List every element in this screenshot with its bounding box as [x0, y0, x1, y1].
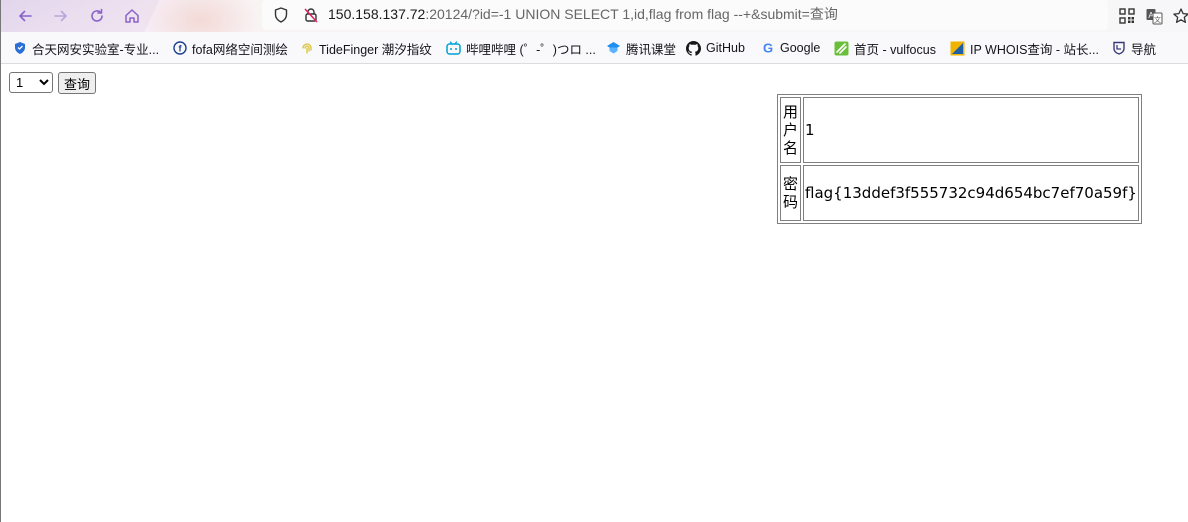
result-table: 用户名 1 密码 flag{13ddef3f555732c94d654bc7ef… — [777, 94, 1142, 224]
address-bar[interactable]: 150.158.137.72:20124/?id=-1 UNION SELECT… — [262, 0, 1108, 30]
chinaz-icon — [950, 41, 965, 56]
bookmark-ip-whois[interactable]: IP WHOIS查询 - 站长... — [950, 39, 1099, 57]
bookmark-fofa[interactable]: f fofa网络空间测绘 — [172, 39, 288, 57]
back-button[interactable] — [14, 5, 36, 27]
svg-text:f: f — [178, 44, 182, 54]
bilibili-icon — [446, 41, 461, 56]
reload-button[interactable] — [86, 5, 108, 27]
bookmark-google[interactable]: G Google — [760, 39, 820, 57]
forward-icon — [54, 10, 67, 22]
bookmark-label: fofa网络空间测绘 — [192, 42, 288, 57]
bookmark-hetian[interactable]: 合天网安实验室-专业... — [12, 39, 159, 57]
home-button[interactable] — [121, 5, 143, 27]
bookmark-label: 腾讯课堂 — [626, 42, 677, 57]
url-path: :20124/?id=-1 UNION SELECT 1,id,flag fro… — [425, 6, 838, 22]
bookmark-star-button[interactable] — [1170, 5, 1188, 27]
bookmark-github[interactable]: GitHub — [686, 39, 745, 57]
password-label-text: 密码 — [782, 175, 798, 211]
translate-button[interactable]: A文 — [1143, 5, 1165, 27]
nav-shield-icon — [1111, 41, 1126, 56]
window-edge — [0, 0, 1, 522]
bookmark-label: 哔哩哔哩 (゜-゜)つロ ... — [466, 42, 596, 57]
bookmark-tidefinger[interactable]: TideFinger 潮汐指纹 — [299, 39, 432, 57]
google-icon: G — [760, 41, 775, 56]
forward-button[interactable] — [50, 5, 72, 27]
bookmark-vulfocus[interactable]: 首页 - vulfocus — [834, 39, 936, 57]
username-label-text: 用户名 — [782, 103, 798, 157]
broken-lock-icon[interactable] — [302, 6, 320, 28]
shield-icon[interactable] — [272, 6, 290, 28]
hetian-shield-icon — [12, 41, 27, 56]
svg-text:文: 文 — [1154, 15, 1161, 24]
reload-icon — [91, 8, 103, 22]
query-button[interactable]: 查询 — [58, 72, 96, 94]
page-content: 1 查询 用户名 1 密码 flag{13ddef3f555732c94d654… — [0, 64, 1188, 522]
url-host: 150.158.137.72 — [328, 6, 426, 22]
username-label: 用户名 — [780, 97, 801, 163]
bookmark-label: TideFinger 潮汐指纹 — [319, 42, 432, 57]
fingerprint-icon — [299, 41, 314, 56]
password-value: flag{13ddef3f555732c94d654bc7ef70a59f} — [803, 165, 1139, 221]
toolbar-theme-decoration-2 — [140, 0, 260, 32]
bookmark-label: 合天网安实验室-专业... — [32, 42, 160, 57]
bookmark-label: 首页 - vulfocus — [854, 42, 936, 57]
url-text[interactable]: 150.158.137.72:20124/?id=-1 UNION SELECT… — [328, 5, 838, 23]
tencent-class-icon — [606, 41, 621, 56]
translate-icon: A文 — [1146, 9, 1163, 25]
fofa-icon: f — [172, 41, 187, 56]
bookmark-label: IP WHOIS查询 - 站长... — [970, 42, 1099, 57]
bookmark-label: GitHub — [706, 41, 745, 55]
bookmark-bilibili[interactable]: 哔哩哔哩 (゜-゜)つロ ... — [446, 39, 596, 57]
table-row: 用户名 1 — [780, 97, 1139, 163]
svg-text:G: G — [762, 41, 772, 55]
id-select[interactable]: 1 — [9, 72, 53, 93]
browser-toolbar: 150.158.137.72:20124/?id=-1 UNION SELECT… — [0, 0, 1188, 32]
table-row: 密码 flag{13ddef3f555732c94d654bc7ef70a59f… — [780, 165, 1139, 221]
bookmark-label: Google — [780, 41, 821, 55]
bookmark-label: 导航 — [1131, 42, 1157, 57]
star-icon — [1173, 8, 1188, 23]
home-icon — [125, 9, 139, 23]
password-label: 密码 — [780, 165, 801, 221]
qr-code-button[interactable] — [1116, 5, 1138, 27]
bookmarks-bar: 合天网安实验室-专业... f fofa网络空间测绘 TideFinger 潮汐… — [0, 32, 1188, 64]
username-value: 1 — [803, 97, 1139, 163]
vulfocus-icon — [834, 41, 849, 56]
github-icon — [686, 40, 701, 56]
bookmark-tencent-class[interactable]: 腾讯课堂 — [606, 39, 676, 57]
qr-code-icon — [1119, 8, 1135, 24]
back-icon — [19, 10, 32, 22]
bookmark-nav[interactable]: 导航 — [1111, 39, 1156, 57]
